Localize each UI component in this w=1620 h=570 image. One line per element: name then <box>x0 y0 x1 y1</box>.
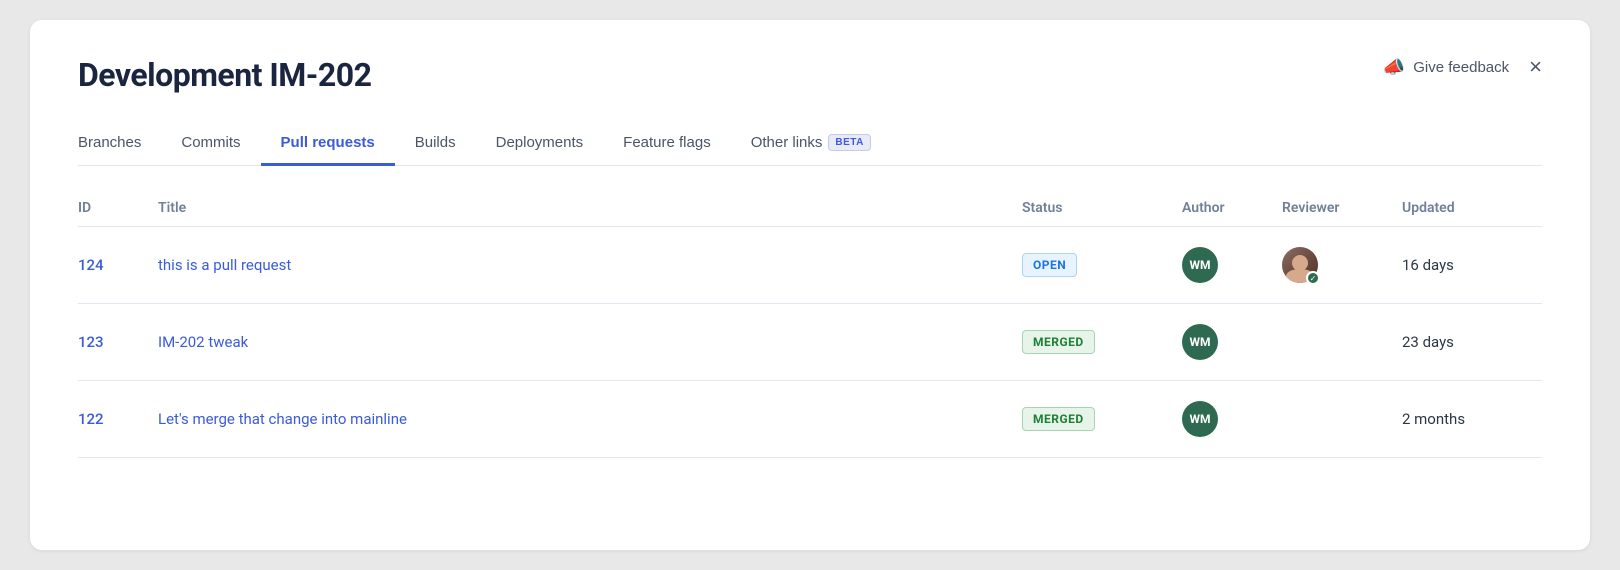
row-id-122[interactable]: 122 <box>78 410 158 428</box>
col-header-reviewer: Reviewer <box>1282 200 1402 216</box>
author-avatar-123: WM <box>1182 324 1218 360</box>
author-avatar-124: WM <box>1182 247 1218 283</box>
table-row: 122 Let's merge that change into mainlin… <box>78 381 1542 458</box>
table-row: 124 this is a pull request OPEN WM ✓ 16 … <box>78 227 1542 304</box>
reviewer-avatar-124: ✓ <box>1282 247 1318 283</box>
table-header: ID Title Status Author Reviewer Updated <box>78 190 1542 227</box>
reviewer-check-icon: ✓ <box>1306 271 1320 285</box>
tab-feature-flags[interactable]: Feature flags <box>603 122 731 166</box>
col-header-status: Status <box>1022 200 1182 216</box>
row-title-123[interactable]: IM-202 tweak <box>158 333 1022 351</box>
row-status-123: MERGED <box>1022 330 1182 354</box>
row-author-123: WM <box>1182 324 1282 360</box>
main-card: Development IM-202 📣 Give feedback × Bra… <box>30 20 1590 550</box>
col-header-updated: Updated <box>1402 200 1542 216</box>
row-title-122[interactable]: Let's merge that change into mainline <box>158 410 1022 428</box>
card-header: Development IM-202 📣 Give feedback × <box>78 56 1542 94</box>
row-author-122: WM <box>1182 401 1282 437</box>
megaphone-icon: 📣 <box>1383 57 1405 78</box>
tab-pull-requests[interactable]: Pull requests <box>261 122 395 166</box>
status-badge-merged-2: MERGED <box>1022 407 1095 431</box>
row-id-123[interactable]: 123 <box>78 333 158 351</box>
row-id-124[interactable]: 124 <box>78 256 158 274</box>
give-feedback-button[interactable]: 📣 Give feedback <box>1383 57 1509 78</box>
page-title: Development IM-202 <box>78 56 371 94</box>
table-container: ID Title Status Author Reviewer Updated … <box>78 190 1542 458</box>
row-updated-122: 2 months <box>1402 410 1542 428</box>
row-title-124[interactable]: this is a pull request <box>158 256 1022 274</box>
row-updated-124: 16 days <box>1402 256 1542 274</box>
tab-commits[interactable]: Commits <box>161 122 260 166</box>
close-button[interactable]: × <box>1529 56 1542 78</box>
col-header-id: ID <box>78 200 158 216</box>
status-badge-merged: MERGED <box>1022 330 1095 354</box>
beta-badge: BETA <box>828 134 870 151</box>
status-badge-open: OPEN <box>1022 253 1077 277</box>
col-header-title: Title <box>158 200 1022 216</box>
tab-branches[interactable]: Branches <box>78 122 161 166</box>
tab-builds[interactable]: Builds <box>395 122 476 166</box>
row-reviewer-124: ✓ <box>1282 247 1402 283</box>
header-actions: 📣 Give feedback × <box>1383 56 1542 78</box>
author-avatar-122: WM <box>1182 401 1218 437</box>
tab-other-links[interactable]: Other links BETA <box>731 122 891 166</box>
give-feedback-label: Give feedback <box>1413 59 1509 76</box>
row-updated-123: 23 days <box>1402 333 1542 351</box>
tab-bar: Branches Commits Pull requests Builds De… <box>78 122 1542 166</box>
row-status-122: MERGED <box>1022 407 1182 431</box>
col-header-author: Author <box>1182 200 1282 216</box>
table-row: 123 IM-202 tweak MERGED WM 23 days <box>78 304 1542 381</box>
tab-deployments[interactable]: Deployments <box>476 122 604 166</box>
row-status-124: OPEN <box>1022 253 1182 277</box>
row-author-124: WM <box>1182 247 1282 283</box>
